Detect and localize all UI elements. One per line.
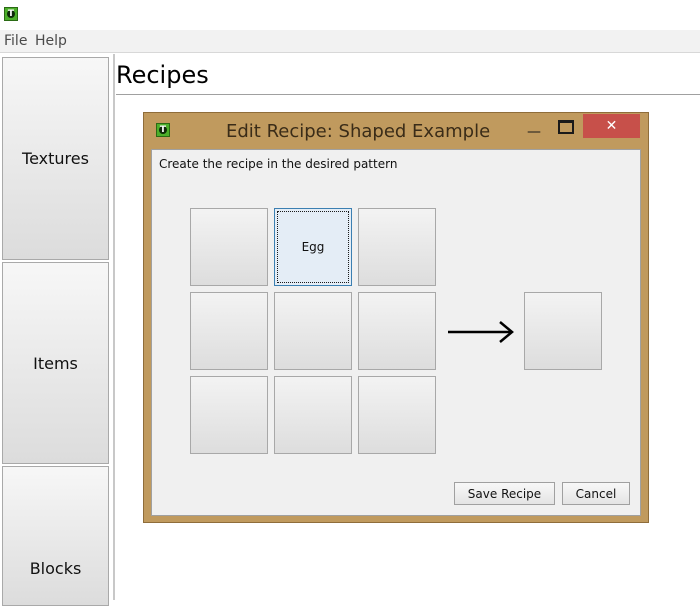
sidebar-item-blocks[interactable]: Blocks bbox=[2, 466, 109, 606]
menu-bar: File Help bbox=[0, 30, 700, 53]
cancel-label: Cancel bbox=[575, 486, 617, 501]
grid-slot-r3c2[interactable] bbox=[274, 376, 352, 454]
grid-slot-r2c2[interactable] bbox=[274, 292, 352, 370]
app-logo-icon: T bbox=[4, 7, 18, 21]
menu-help[interactable]: Help bbox=[35, 33, 67, 49]
arrow-right-icon bbox=[448, 321, 514, 343]
sidebar-item-label: Textures bbox=[22, 149, 89, 168]
grid-slot-r2c1[interactable] bbox=[190, 292, 268, 370]
save-recipe-label: Save Recipe bbox=[467, 486, 542, 501]
close-button[interactable]: ✕ bbox=[583, 114, 640, 138]
grid-slot-r1c3[interactable] bbox=[358, 208, 436, 286]
maximize-button[interactable] bbox=[558, 120, 574, 134]
dialog-logo-icon: T bbox=[156, 123, 170, 137]
minimize-button[interactable]: — bbox=[526, 125, 542, 139]
save-recipe-button[interactable]: Save Recipe bbox=[454, 482, 555, 505]
window-titlebar: T bbox=[0, 0, 700, 28]
grid-slot-r2c3[interactable] bbox=[358, 292, 436, 370]
dialog-logo-letter: T bbox=[159, 125, 167, 135]
edit-recipe-dialog: T Edit Recipe: Shaped Example — ✕ Create… bbox=[143, 112, 649, 523]
menu-file[interactable]: File bbox=[4, 33, 27, 49]
cancel-button[interactable]: Cancel bbox=[562, 482, 630, 505]
grid-slot-r3c3[interactable] bbox=[358, 376, 436, 454]
sidebar-divider[interactable] bbox=[113, 54, 115, 600]
close-icon: ✕ bbox=[605, 118, 618, 134]
slot-label: Egg bbox=[301, 240, 325, 254]
instruction-text: Create the recipe in the desired pattern bbox=[159, 157, 398, 171]
dialog-content: Create the recipe in the desired pattern… bbox=[151, 149, 641, 516]
sidebar-item-label: Blocks bbox=[29, 559, 82, 578]
grid-slot-r1c1[interactable] bbox=[190, 208, 268, 286]
sidebar-item-textures[interactable]: Textures bbox=[2, 57, 109, 260]
app-logo-letter: T bbox=[7, 9, 15, 19]
grid-slot-r3c1[interactable] bbox=[190, 376, 268, 454]
sidebar-item-items[interactable]: Items bbox=[2, 262, 109, 464]
result-slot[interactable] bbox=[524, 292, 602, 370]
page-title-bar: Recipes bbox=[116, 56, 700, 95]
dialog-title: Edit Recipe: Shaped Example bbox=[226, 121, 491, 142]
page-title: Recipes bbox=[116, 61, 209, 89]
grid-slot-r1c2[interactable]: Egg bbox=[274, 208, 352, 286]
minimize-icon: — bbox=[527, 124, 541, 140]
sidebar-item-label: Items bbox=[33, 353, 78, 373]
